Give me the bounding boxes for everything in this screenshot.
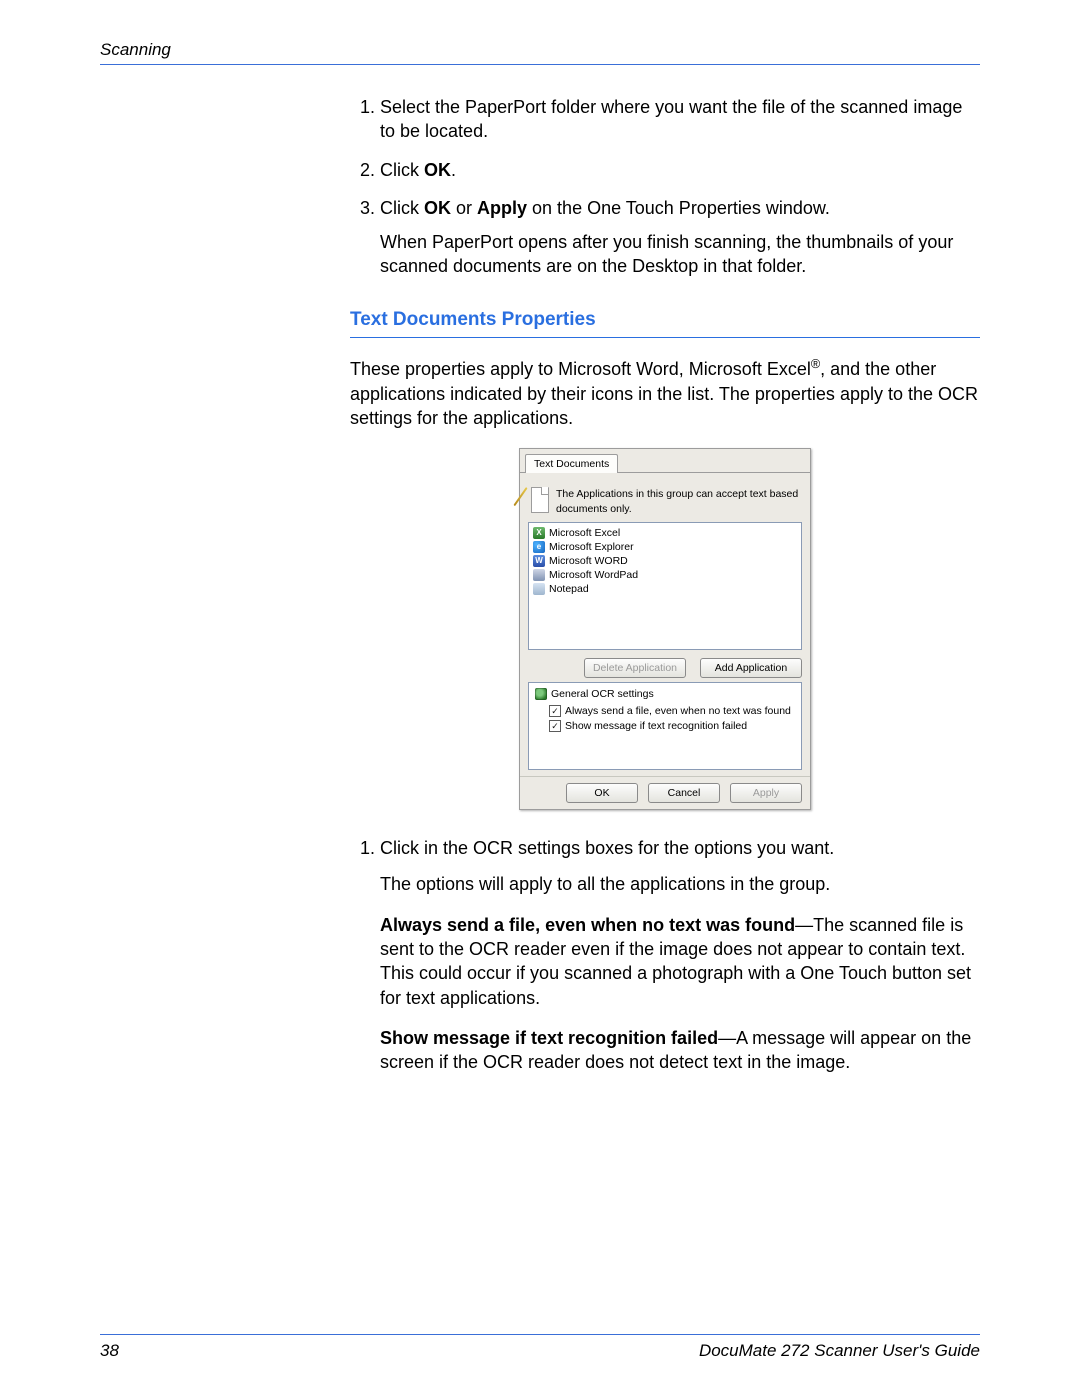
app-label: Microsoft WORD bbox=[549, 554, 628, 568]
option-show-message: Show message if text recognition failed—… bbox=[380, 1026, 980, 1075]
registered-symbol: ® bbox=[811, 357, 820, 371]
step-3-suffix: on the One Touch Properties window. bbox=[527, 198, 830, 218]
steps-list-1: Select the PaperPort folder where you wa… bbox=[350, 95, 980, 279]
text-documents-dialog: Text Documents The Applications in this … bbox=[519, 448, 811, 810]
app-item-explorer[interactable]: e Microsoft Explorer bbox=[531, 540, 799, 554]
delete-application-button[interactable]: Delete Application bbox=[584, 658, 686, 678]
option-1-bold: Always send a file, even when no text wa… bbox=[380, 915, 795, 935]
checkbox-icon[interactable] bbox=[549, 720, 561, 732]
footer-title: DocuMate 272 Scanner User's Guide bbox=[699, 1341, 980, 1361]
ocr-settings-box: General OCR settings Always send a file,… bbox=[528, 682, 802, 770]
intro-paragraph: These properties apply to Microsoft Word… bbox=[350, 356, 980, 430]
app-item-wordpad[interactable]: Microsoft WordPad bbox=[531, 568, 799, 582]
dialog-info-row: The Applications in this group can accep… bbox=[528, 485, 802, 515]
main-content: Select the PaperPort folder where you wa… bbox=[350, 95, 980, 1075]
add-application-button[interactable]: Add Application bbox=[700, 658, 802, 678]
wordpad-icon bbox=[533, 569, 545, 581]
section-heading: Text Documents Properties bbox=[350, 307, 980, 339]
excel-icon: X bbox=[533, 527, 545, 539]
option-2-bold: Show message if text recognition failed bbox=[380, 1028, 718, 1048]
dialog-tab-strip: Text Documents bbox=[520, 449, 810, 473]
step2-1: Click in the OCR settings boxes for the … bbox=[380, 836, 980, 897]
app-item-word[interactable]: W Microsoft WORD bbox=[531, 554, 799, 568]
app-label: Microsoft Explorer bbox=[549, 540, 634, 554]
step-3: Click OK or Apply on the One Touch Prope… bbox=[380, 196, 980, 279]
apply-button[interactable]: Apply bbox=[730, 783, 802, 803]
dialog-app-buttons: Delete Application Add Application bbox=[528, 658, 802, 678]
page-footer: 38 DocuMate 272 Scanner User's Guide bbox=[100, 1334, 980, 1361]
header-section: Scanning bbox=[100, 40, 171, 60]
text-document-icon bbox=[528, 485, 550, 513]
ocr-option-2-row[interactable]: Show message if text recognition failed bbox=[549, 719, 795, 733]
ocr-option-1-label: Always send a file, even when no text wa… bbox=[565, 704, 791, 718]
step-2-prefix: Click bbox=[380, 160, 424, 180]
step-3-mid: or bbox=[451, 198, 477, 218]
gear-icon bbox=[535, 688, 547, 700]
step-1-text: Select the PaperPort folder where you wa… bbox=[380, 97, 962, 141]
ie-icon: e bbox=[533, 541, 545, 553]
step-3-prefix: Click bbox=[380, 198, 424, 218]
step-1: Select the PaperPort folder where you wa… bbox=[380, 95, 980, 144]
dialog-footer: OK Cancel Apply bbox=[520, 776, 810, 809]
dialog-info-text: The Applications in this group can accep… bbox=[556, 485, 802, 515]
cancel-button[interactable]: Cancel bbox=[648, 783, 720, 803]
ocr-settings-title: General OCR settings bbox=[551, 687, 654, 701]
notepad-icon bbox=[533, 583, 545, 595]
word-icon: W bbox=[533, 555, 545, 567]
option-always-send: Always send a file, even when no text wa… bbox=[380, 913, 980, 1010]
app-label: Microsoft Excel bbox=[549, 526, 620, 540]
ocr-option-2-label: Show message if text recognition failed bbox=[565, 719, 747, 733]
ocr-title-row: General OCR settings bbox=[535, 687, 795, 701]
step-3-follow: When PaperPort opens after you finish sc… bbox=[380, 230, 980, 279]
page-header: Scanning bbox=[100, 40, 980, 65]
app-label: Notepad bbox=[549, 582, 589, 596]
tab-text-documents[interactable]: Text Documents bbox=[525, 454, 618, 473]
intro-text-1: These properties apply to Microsoft Word… bbox=[350, 359, 811, 379]
step-2-suffix: . bbox=[451, 160, 456, 180]
ocr-option-1-row[interactable]: Always send a file, even when no text wa… bbox=[549, 704, 795, 718]
app-label: Microsoft WordPad bbox=[549, 568, 638, 582]
app-item-excel[interactable]: X Microsoft Excel bbox=[531, 526, 799, 540]
step-2: Click OK. bbox=[380, 158, 980, 182]
step-3-ok: OK bbox=[424, 198, 451, 218]
app-item-notepad[interactable]: Notepad bbox=[531, 582, 799, 596]
checkbox-icon[interactable] bbox=[549, 705, 561, 717]
step-3-apply: Apply bbox=[477, 198, 527, 218]
step-2-ok: OK bbox=[424, 160, 451, 180]
page-number: 38 bbox=[100, 1341, 119, 1361]
step2-1-follow: The options will apply to all the applic… bbox=[380, 872, 980, 896]
step2-1-text: Click in the OCR settings boxes for the … bbox=[380, 838, 834, 858]
steps-list-2: Click in the OCR settings boxes for the … bbox=[350, 836, 980, 897]
application-list[interactable]: X Microsoft Excel e Microsoft Explorer W… bbox=[528, 522, 802, 650]
ok-button[interactable]: OK bbox=[566, 783, 638, 803]
